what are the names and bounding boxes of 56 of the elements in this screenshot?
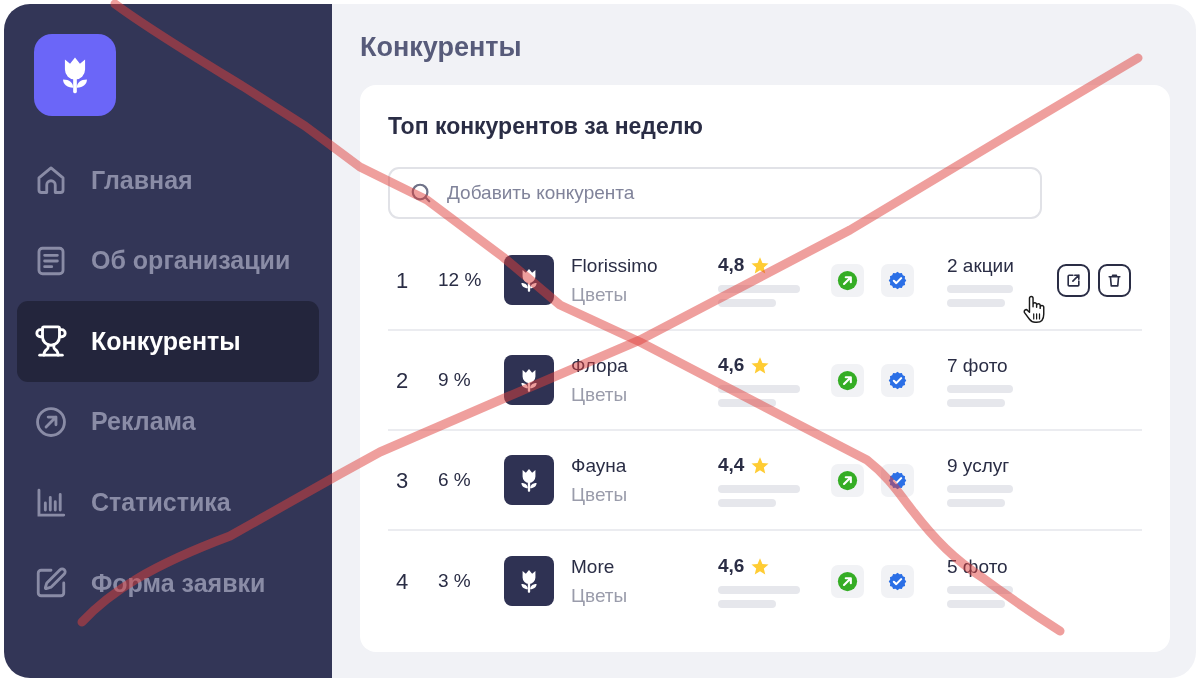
star-icon [750,556,771,577]
star-icon [750,255,771,276]
competitor-name: Florissimo [571,254,658,278]
search-icon [410,182,432,204]
tulip-logo-icon [504,355,554,405]
delete-button[interactable] [1098,263,1131,297]
highlight-text: 7 фото [947,353,1008,378]
trophy-icon [34,324,68,359]
tulip-logo-icon [504,255,554,305]
card-title: Топ конкурентов за неделю [388,112,704,140]
search-field[interactable]: Добавить конкурента [388,167,1042,219]
check-badge-icon [881,263,914,297]
arrow-badge-icon [831,564,864,598]
page-title: Конкуренты [360,31,523,63]
sidebar-item[interactable]: Статистика [17,462,319,543]
arrow-circle-icon [34,405,68,440]
rank-number: 3 [396,466,410,495]
competitor-category: Цветы [571,584,628,608]
highlight-text: 5 фото [947,554,1008,579]
competitor-category: Цветы [571,283,628,307]
trash-icon [1107,272,1122,288]
check-badge-icon [881,564,914,598]
star-icon [750,355,771,376]
share-percent: 9 % [438,367,472,392]
external-link-icon [1066,272,1081,288]
share-percent: 3 % [438,568,472,593]
check-badge-icon [881,363,914,397]
sidebar-item[interactable]: Реклама [17,381,319,463]
competitor-name: More [571,555,615,579]
rank-number: 1 [396,266,410,295]
tulip-logo-icon [34,34,116,116]
rating-value: 4,6 [718,353,745,378]
competitor-category: Цветы [571,483,628,507]
rank-number: 4 [396,567,410,596]
tulip-logo-icon [504,556,554,606]
rank-number: 2 [396,366,410,395]
share-percent: 6 % [438,467,472,492]
arrow-badge-icon [831,263,864,297]
arrow-badge-icon [831,363,864,397]
open-link-button[interactable] [1057,263,1090,297]
rating-value: 4,8 [718,253,745,278]
competitor-name: Флора [571,354,628,378]
rating-value: 4,4 [718,453,745,478]
highlight-text: 9 услуг [947,453,1010,478]
competitor-category: Цветы [571,383,628,407]
sidebar-item[interactable]: Об организации [17,220,319,302]
share-percent: 12 % [438,267,483,292]
tulip-logo-icon [504,455,554,505]
arrow-badge-icon [831,463,864,497]
star-icon [750,455,771,476]
competitor-name: Фауна [571,454,627,478]
highlight-text: 2 акции [947,253,1014,278]
sidebar-item[interactable]: Конкуренты [17,301,319,382]
check-badge-icon [881,463,914,497]
sidebar-item[interactable]: Главная [17,140,319,221]
rating-value: 4,6 [718,554,745,579]
